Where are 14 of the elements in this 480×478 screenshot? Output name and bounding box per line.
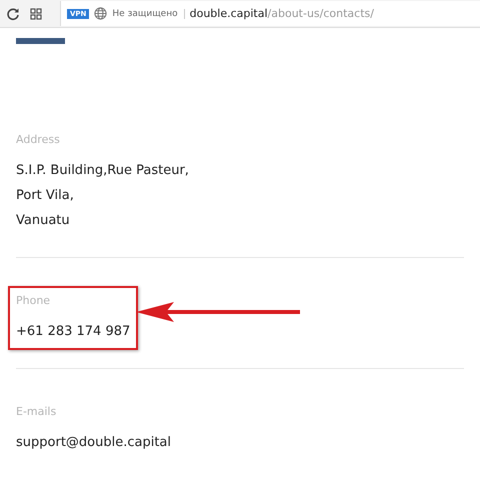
url-text: double.capital/about-us/contacts/ <box>190 7 374 20</box>
reload-icon[interactable] <box>6 6 20 20</box>
field-value: +61 283 174 987 <box>16 323 130 341</box>
field-value: Vanuatu <box>16 212 71 230</box>
field-label: Address <box>16 133 61 146</box>
security-status: Не защищено <box>112 8 185 18</box>
field-label: E-mails <box>16 405 58 418</box>
field-value: support@double.capital <box>16 434 172 452</box>
globe-icon <box>94 7 108 20</box>
field-value: S.I.P. Building,Rue Pasteur, <box>16 162 189 180</box>
field-label: Phone <box>16 294 52 307</box>
grid-icon[interactable] <box>30 8 42 20</box>
field-value: Port Vila, <box>16 187 75 205</box>
accent-bar <box>16 38 65 44</box>
